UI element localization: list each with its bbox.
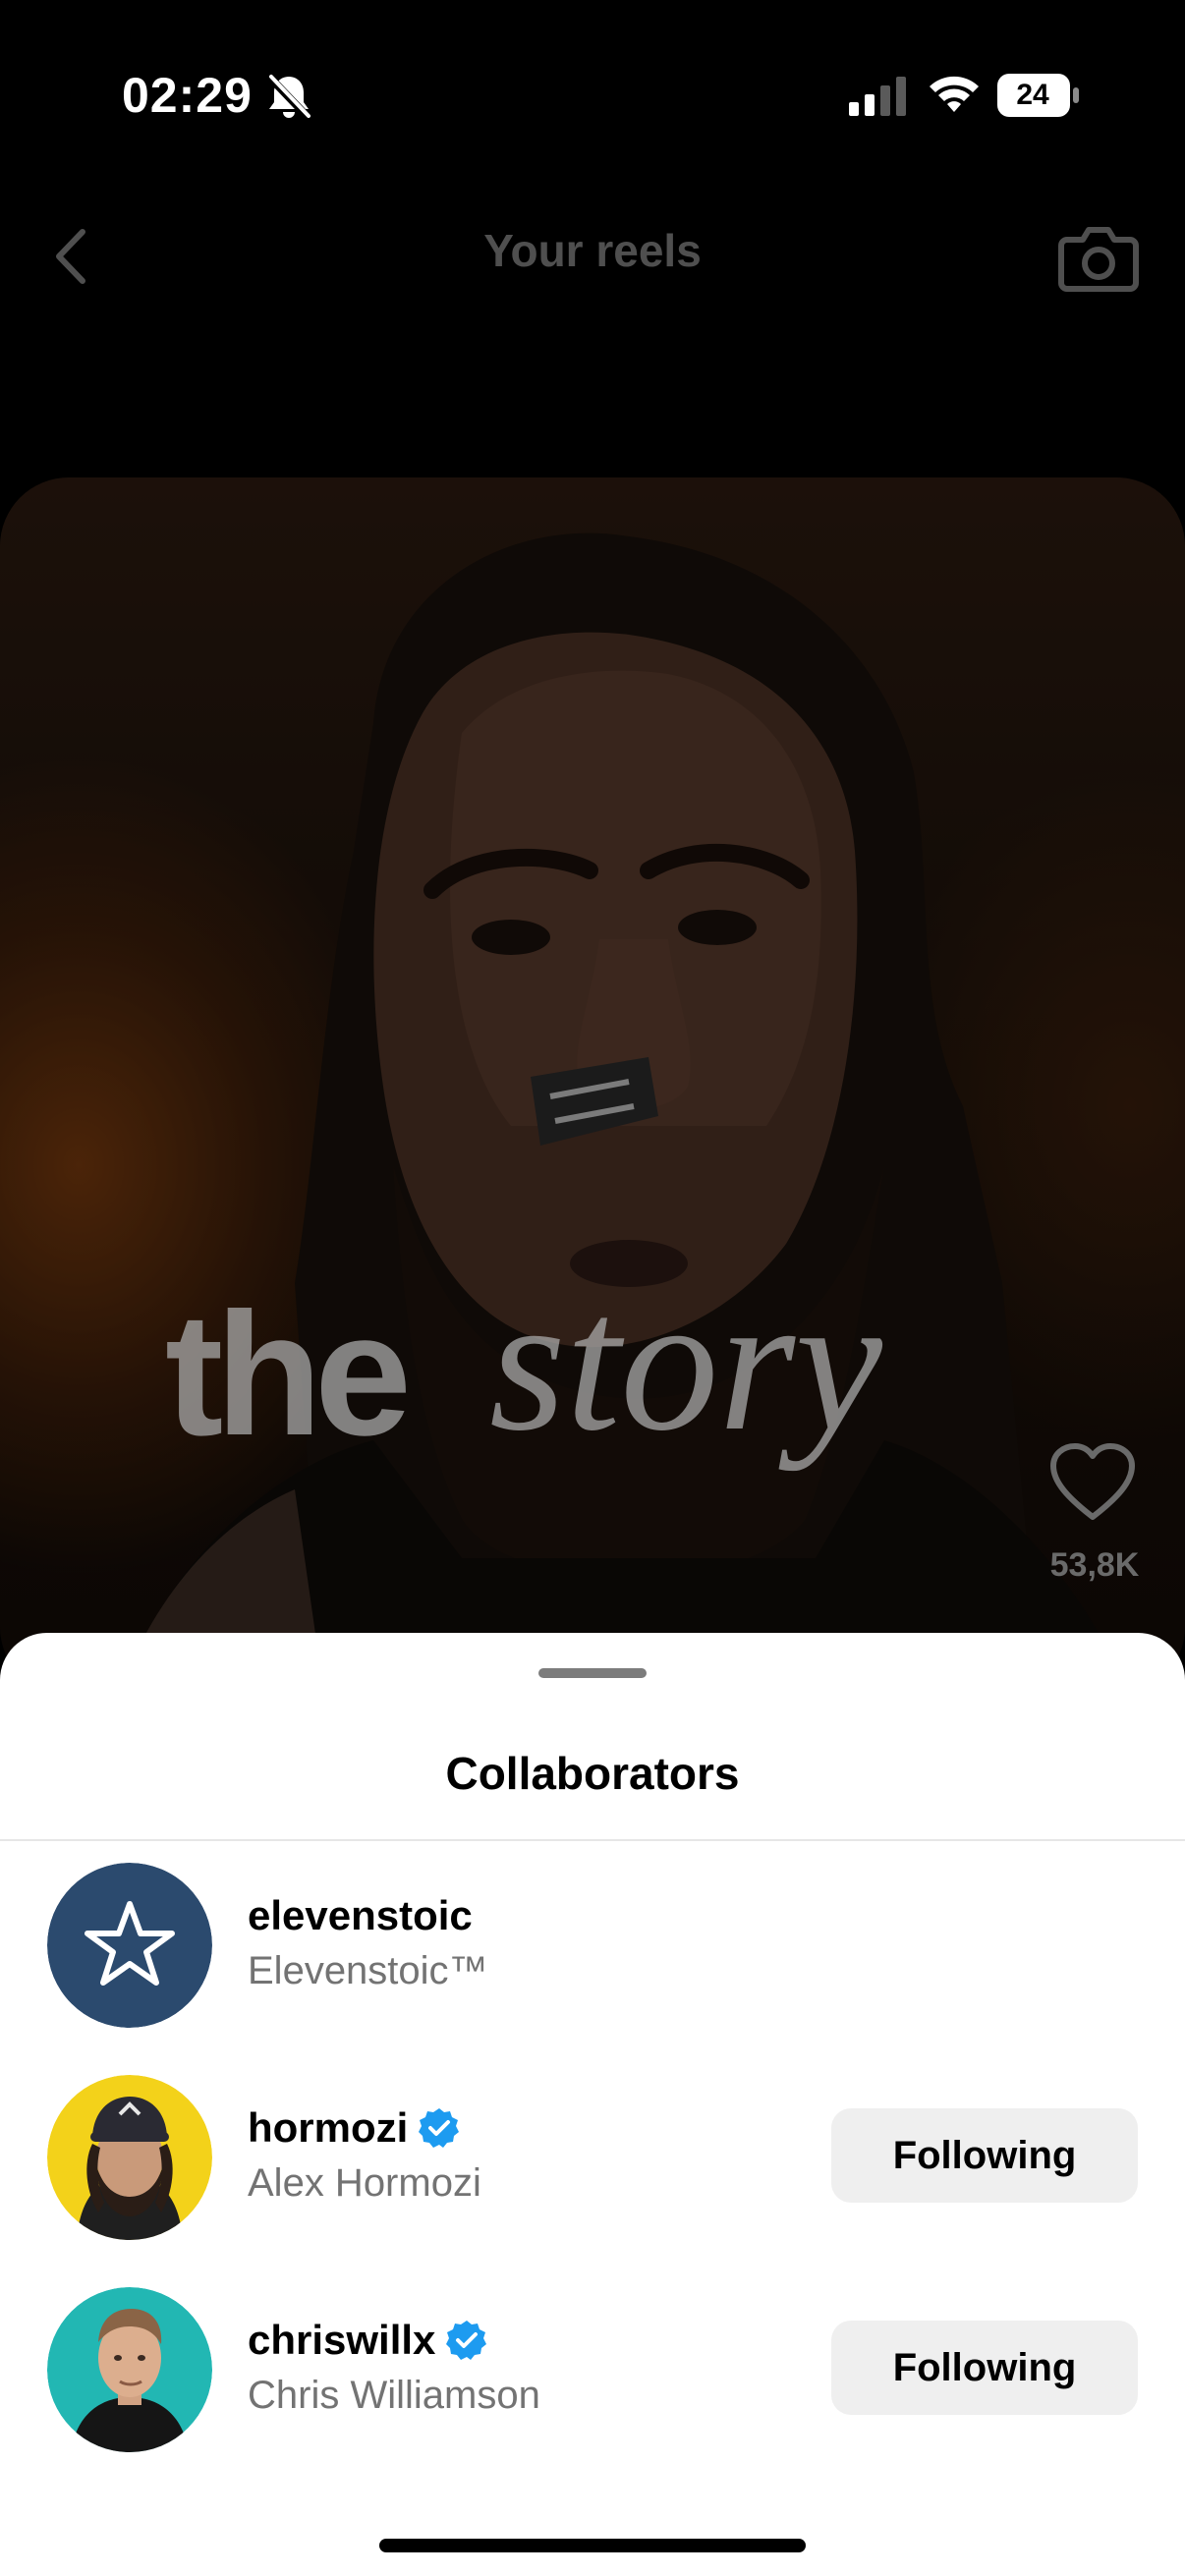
- avatar[interactable]: [47, 1863, 212, 2028]
- status-bar: 02:29 24: [0, 0, 1185, 187]
- following-button[interactable]: Following: [831, 2108, 1138, 2203]
- full-name: Alex Hormozi: [248, 2161, 481, 2205]
- caption-word-story: story: [489, 1255, 882, 1472]
- username-row: chriswillx: [248, 2317, 488, 2364]
- username[interactable]: hormozi: [248, 2104, 408, 2152]
- collaborator-item-elevenstoic[interactable]: elevenstoic Elevenstoic™: [0, 1863, 1185, 2030]
- collaborator-item-hormozi[interactable]: hormozi Alex Hormozi Following: [0, 2075, 1185, 2242]
- collaborator-item-chriswillx[interactable]: chriswillx Chris Williamson Following: [0, 2287, 1185, 2454]
- following-button[interactable]: Following: [831, 2321, 1138, 2415]
- home-indicator[interactable]: [379, 2539, 806, 2552]
- reel-preview[interactable]: the story 53,8K: [0, 477, 1185, 1696]
- full-name: Elevenstoic™: [248, 1949, 488, 1992]
- status-time: 02:29: [122, 68, 253, 123]
- page-title: Your reels: [483, 225, 702, 276]
- full-name: Chris Williamson: [248, 2374, 540, 2417]
- star-outline-icon: [47, 1863, 212, 2028]
- drag-handle[interactable]: [538, 1668, 647, 1678]
- caption-word-the: the: [165, 1276, 412, 1472]
- heart-outline-icon[interactable]: [1047, 1440, 1138, 1523]
- reel-caption: the story: [165, 1265, 1049, 1574]
- divider: [0, 1839, 1185, 1841]
- sheet-title: Collaborators: [445, 1748, 740, 1799]
- avatar[interactable]: [47, 2287, 212, 2452]
- username-row: elevenstoic: [248, 1892, 473, 1939]
- battery-level: 24: [1016, 79, 1049, 111]
- username[interactable]: elevenstoic: [248, 1892, 473, 1939]
- avatar[interactable]: [47, 2075, 212, 2240]
- like-count: 53,8K: [1049, 1546, 1140, 1584]
- verified-badge-icon: [419, 2108, 460, 2148]
- wifi-icon: [930, 76, 979, 112]
- verified-badge-icon: [446, 2321, 487, 2360]
- username[interactable]: chriswillx: [248, 2317, 435, 2364]
- bell-slash-icon: [266, 74, 311, 121]
- header: Your reels: [0, 196, 1185, 314]
- reels-screen: 02:29 24 Your reels the story 53,8K Coll…: [0, 0, 1185, 2576]
- collaborators-sheet: Collaborators elevenstoic Elevenstoic™ h…: [0, 1633, 1185, 2576]
- camera-button[interactable]: [1057, 214, 1140, 297]
- cellular-signal-icon: [849, 77, 906, 116]
- username-row: hormozi: [248, 2104, 461, 2152]
